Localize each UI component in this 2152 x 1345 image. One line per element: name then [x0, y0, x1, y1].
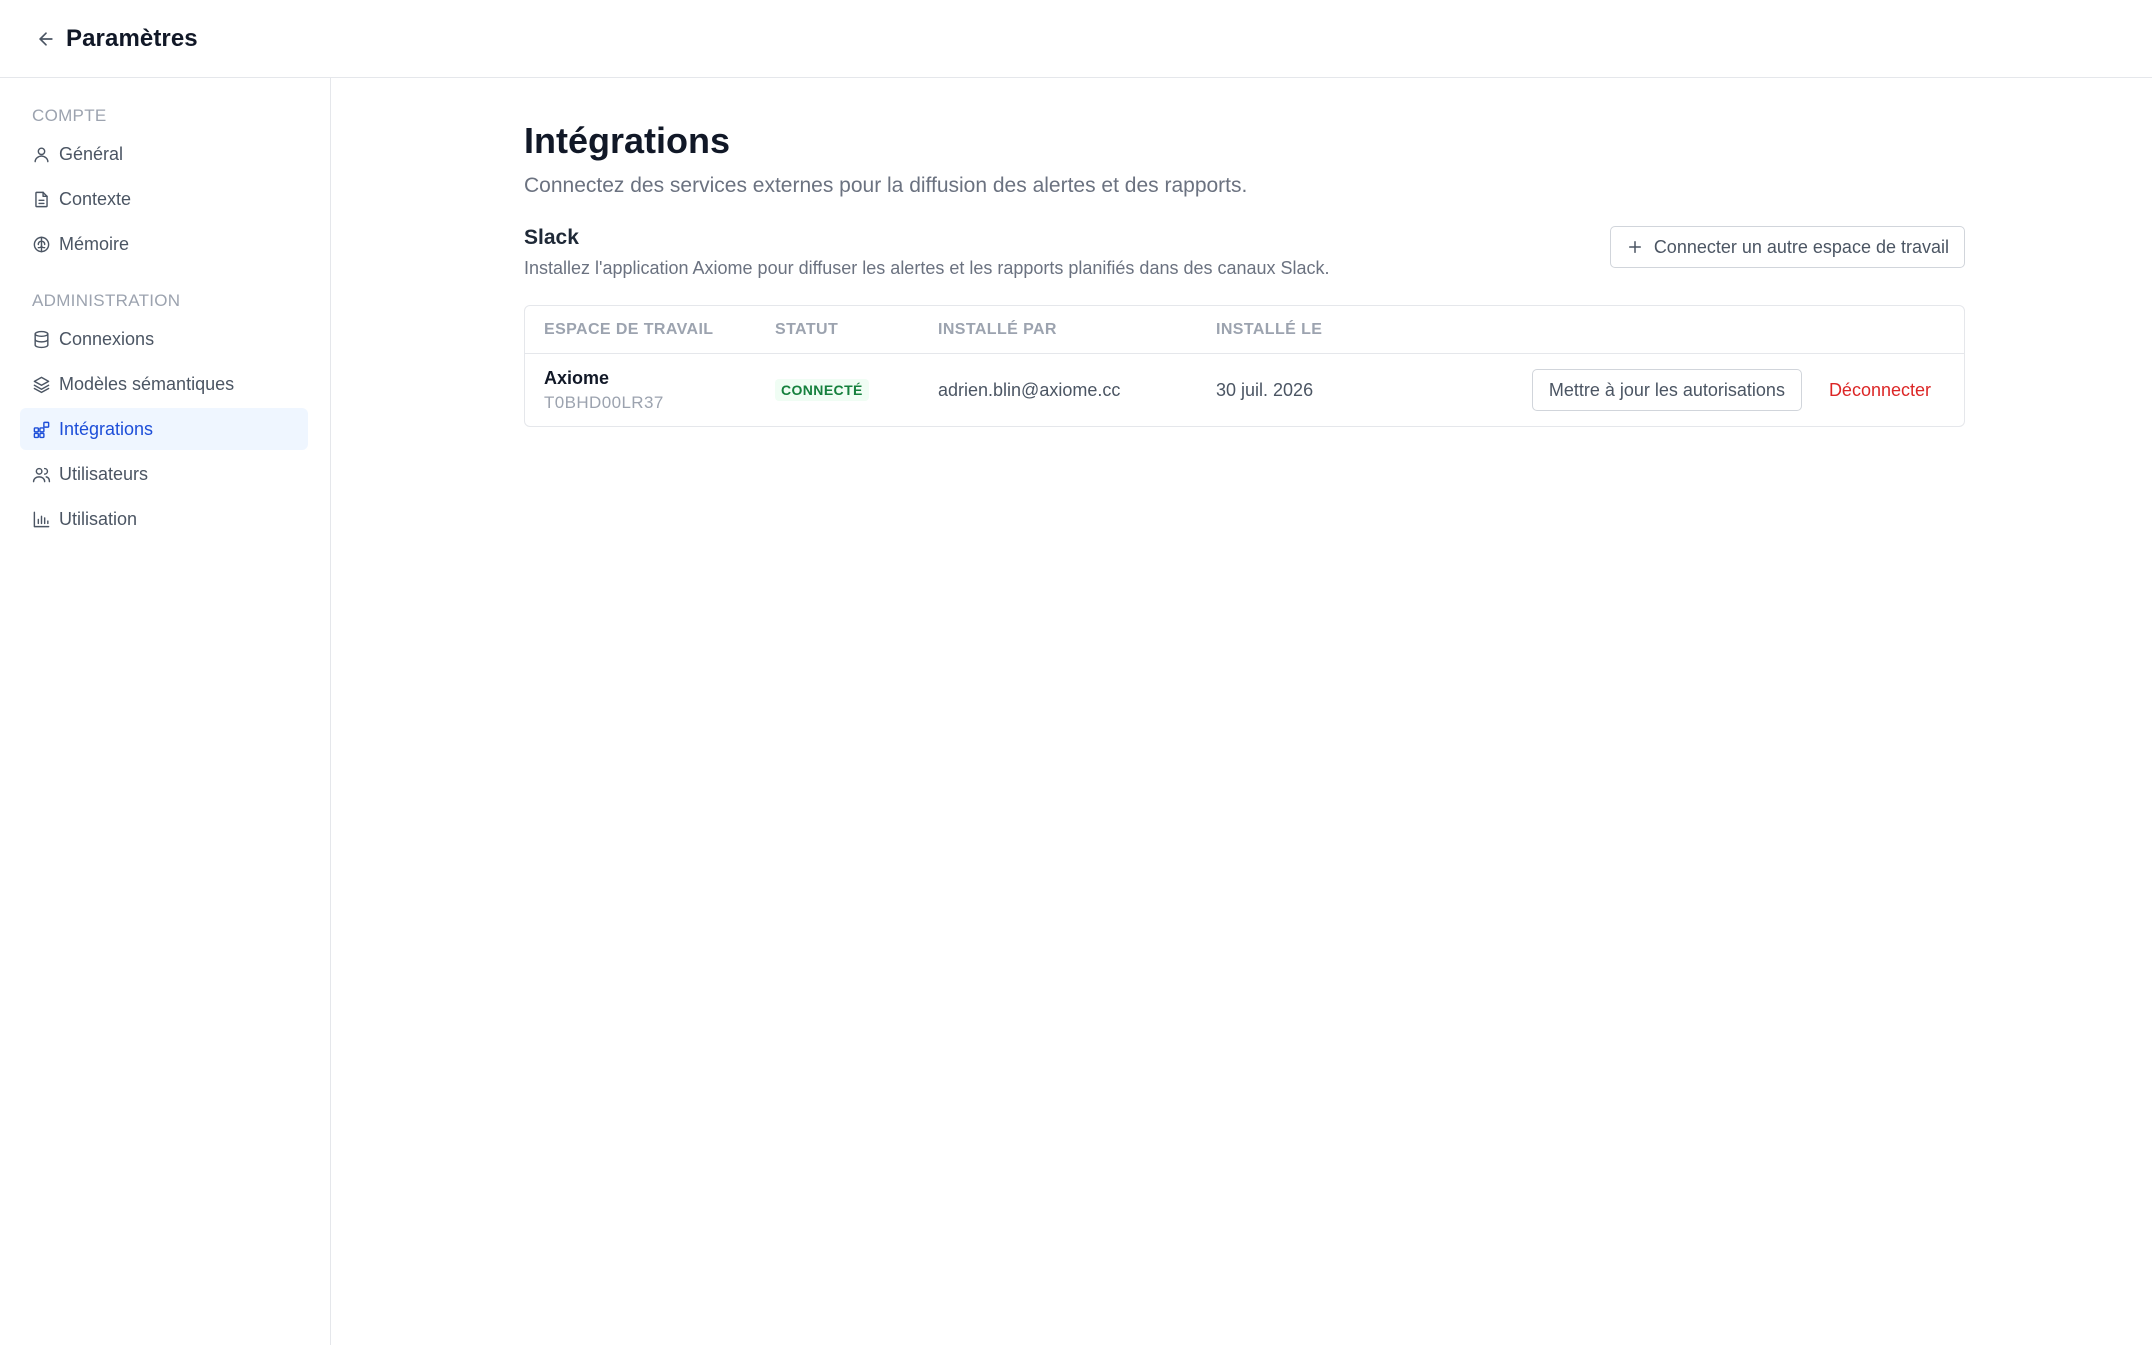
slack-section-header: Slack Installez l'application Axiome pou… [524, 226, 1965, 292]
connect-workspace-button[interactable]: Connecter un autre espace de travail [1609, 226, 1965, 268]
update-permissions-button[interactable]: Mettre à jour les autorisations [1531, 369, 1802, 411]
sidebar-item-connexions[interactable]: Connexions [20, 318, 308, 360]
column-header-installed-by: INSTALLÉ PAR [938, 320, 1057, 338]
slack-workspaces-table: ESPACE DE TRAVAIL STATUT INSTALLÉ PAR IN… [524, 305, 1965, 427]
sidebar-item-label: Connexions [59, 328, 155, 349]
sidebar-section-administration: ADMINISTRATION [32, 291, 181, 310]
plus-icon [1628, 241, 1641, 253]
users-icon [32, 467, 51, 482]
layers-icon [33, 376, 50, 393]
top-bar: Paramètres [0, 0, 2152, 78]
sidebar-item-label: Utilisation [59, 508, 138, 529]
sidebar-section-compte: COMPTE [32, 106, 107, 125]
settings-sidebar: COMPTE Général Contexte Mémoire ADMINIST… [0, 78, 331, 1345]
column-header-installed-on: INSTALLÉ LE [1216, 320, 1323, 338]
column-header-workspace: ESPACE DE TRAVAIL [544, 320, 714, 338]
user-icon [34, 146, 49, 162]
installed-on-cell: 30 juil. 2026 [1216, 379, 1314, 400]
workspace-name: Axiome [544, 367, 610, 388]
grid-plus-icon [33, 421, 50, 438]
sidebar-item-general[interactable]: Général [20, 133, 308, 175]
page-subtitle: Connectez des services externes pour la … [524, 174, 1248, 197]
sidebar-item-label: Modèles sémantiques [59, 373, 235, 394]
sidebar-item-label: Intégrations [59, 418, 154, 439]
column-header-status: STATUT [775, 320, 839, 338]
workspace-id: T0BHD00LR37 [544, 392, 664, 412]
sidebar-item-memoire[interactable]: Mémoire [20, 223, 308, 265]
actions-cell: Mettre à jour les autorisations Déconnec… [1466, 369, 1964, 411]
brain-icon [33, 236, 50, 252]
back-button[interactable] [32, 25, 60, 53]
sidebar-item-contexte[interactable]: Contexte [20, 178, 308, 220]
sidebar-item-modeles-semantiques[interactable]: Modèles sémantiques [20, 363, 308, 405]
connect-workspace-label: Connecter un autre espace de travail [1653, 236, 1949, 257]
status-cell: CONNECTÉ [775, 379, 938, 401]
file-text-icon [35, 191, 48, 207]
sidebar-item-label: Mémoire [59, 233, 130, 254]
database-icon [34, 330, 49, 348]
status-badge: CONNECTÉ [775, 379, 869, 401]
page-title: Intégrations [524, 120, 731, 161]
table-header: ESPACE DE TRAVAIL STATUT INSTALLÉ PAR IN… [525, 306, 1964, 354]
sidebar-item-label: Utilisateurs [59, 463, 149, 484]
bar-chart-icon [33, 511, 50, 527]
sidebar-item-integrations[interactable]: Intégrations [20, 408, 308, 450]
disconnect-link[interactable]: Déconnecter [1829, 380, 1931, 401]
sidebar-item-utilisation[interactable]: Utilisation [20, 498, 308, 540]
workspace-cell: Axiome T0BHD00LR37 [525, 368, 775, 413]
table-row: Axiome T0BHD00LR37 CONNECTÉ adrien.blin@… [525, 354, 1964, 426]
page-header-title: Paramètres [66, 24, 198, 52]
arrow-left-icon [39, 31, 53, 46]
sidebar-item-label: Général [59, 143, 124, 164]
installed-by-cell: adrien.blin@axiome.cc [938, 379, 1121, 400]
sidebar-item-label: Contexte [59, 188, 132, 209]
sidebar-item-utilisateurs[interactable]: Utilisateurs [20, 453, 308, 495]
main-content: Intégrations Connectez des services exte… [524, 78, 1965, 427]
